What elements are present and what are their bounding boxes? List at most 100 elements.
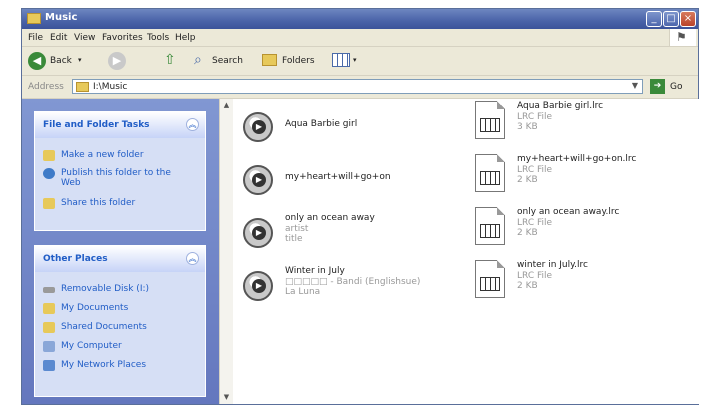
- place-removable-disk[interactable]: Removable Disk (I:): [43, 282, 201, 298]
- file-size: 2 KB: [517, 281, 538, 291]
- file-type: LRC File: [517, 271, 553, 281]
- my-documents-icon: [43, 303, 55, 314]
- menu-tools[interactable]: Tools: [147, 33, 169, 43]
- place-label: My Documents: [61, 303, 129, 313]
- task-label: Share this folder: [61, 198, 136, 208]
- file-type: LRC File: [517, 218, 553, 228]
- maximize-button[interactable]: □: [663, 11, 679, 27]
- address-dropdown-icon[interactable]: ▼: [629, 81, 641, 92]
- back-arrow-icon: ◀: [28, 52, 46, 70]
- other-places-panel: Other Places ︽ Removable Disk (I:) My Do…: [34, 245, 206, 397]
- task-label: Make a new folder: [61, 150, 144, 160]
- new-folder-icon: [43, 150, 55, 161]
- file-name: Aqua Barbie girl.lrc: [517, 101, 604, 111]
- media-file-icon: ▶: [243, 165, 273, 195]
- file-size: 2 KB: [517, 175, 538, 185]
- task-share-folder[interactable]: Share this folder: [43, 196, 201, 212]
- file-item[interactable]: ▶ my+heart+will+go+on: [241, 160, 461, 204]
- minimize-button[interactable]: _: [646, 11, 662, 27]
- forward-button[interactable]: ▶: [108, 52, 128, 70]
- lrc-file-icon: [475, 101, 505, 139]
- file-item[interactable]: Aqua Barbie girl.lrc LRC File 3 KB: [473, 101, 693, 145]
- file-artist: □□□□□ - Bandi (Englishsue): [285, 277, 421, 287]
- file-item[interactable]: only an ocean away.lrc LRC File 2 KB: [473, 207, 693, 251]
- panel-title: Other Places: [43, 254, 108, 264]
- place-shared-documents[interactable]: Shared Documents: [43, 320, 201, 336]
- file-album: title: [285, 234, 303, 244]
- place-my-network-places[interactable]: My Network Places: [43, 358, 201, 374]
- menu-bar: File Edit View Favorites Tools Help: [22, 29, 698, 47]
- task-publish-web[interactable]: Publish this folder to the Web: [43, 166, 201, 190]
- collapse-chevron-icon[interactable]: ︽: [186, 118, 199, 131]
- folders-button[interactable]: Folders: [262, 52, 322, 70]
- forward-arrow-icon: ▶: [108, 52, 126, 70]
- menu-help[interactable]: Help: [175, 33, 196, 43]
- file-name: winter in July.lrc: [517, 260, 588, 270]
- explorer-window: Music _ □ × File Edit View Favorites Too…: [21, 8, 699, 405]
- task-new-folder[interactable]: Make a new folder: [43, 148, 201, 164]
- my-computer-icon: [43, 341, 55, 352]
- up-arrow-icon: ⇧: [164, 52, 176, 68]
- share-folder-icon: [43, 198, 55, 209]
- panel-title: File and Folder Tasks: [43, 120, 150, 130]
- file-album: La Luna: [285, 287, 321, 297]
- file-name: my+heart+will+go+on: [285, 172, 391, 182]
- menu-edit[interactable]: Edit: [50, 33, 67, 43]
- play-icon: ▶: [252, 226, 266, 240]
- menu-view[interactable]: View: [74, 33, 95, 43]
- file-size: 3 KB: [517, 122, 538, 132]
- file-item[interactable]: ▶ Winter in July □□□□□ - Bandi (Englishs…: [241, 266, 461, 310]
- place-label: My Network Places: [61, 360, 147, 370]
- go-button[interactable]: Go: [670, 82, 682, 92]
- folders-label: Folders: [282, 56, 315, 66]
- file-item[interactable]: my+heart+will+go+on.lrc LRC File 2 KB: [473, 154, 693, 198]
- lrc-file-icon: [475, 154, 505, 192]
- views-icon: [332, 53, 350, 67]
- title-bar[interactable]: Music _ □ ×: [22, 9, 698, 29]
- file-item[interactable]: winter in July.lrc LRC File 2 KB: [473, 260, 693, 304]
- vertical-scrollbar[interactable]: ▲ ▼: [219, 99, 233, 404]
- lrc-file-icon: [475, 207, 505, 245]
- file-name: my+heart+will+go+on.lrc: [517, 154, 637, 164]
- collapse-chevron-icon[interactable]: ︽: [186, 252, 199, 265]
- place-label: Shared Documents: [61, 322, 147, 332]
- place-my-computer[interactable]: My Computer: [43, 339, 201, 355]
- play-icon: ▶: [252, 173, 266, 187]
- dropdown-arrow-icon[interactable]: ▾: [78, 56, 82, 64]
- file-name: Aqua Barbie girl: [285, 119, 358, 129]
- panel-header[interactable]: Other Places ︽: [35, 246, 205, 272]
- close-button[interactable]: ×: [680, 11, 696, 27]
- menu-file[interactable]: File: [28, 33, 43, 43]
- file-name: Winter in July: [285, 266, 345, 276]
- up-button[interactable]: ⇧: [162, 52, 182, 70]
- file-name: only an ocean away.lrc: [517, 207, 620, 217]
- folders-icon: [262, 54, 277, 66]
- media-file-icon: ▶: [243, 112, 273, 142]
- folder-icon: [27, 13, 41, 24]
- lrc-file-icon: [475, 260, 505, 298]
- globe-icon: [43, 168, 55, 179]
- media-file-icon: ▶: [243, 218, 273, 248]
- panel-header[interactable]: File and Folder Tasks ︽: [35, 112, 205, 138]
- file-type: LRC File: [517, 112, 553, 122]
- place-label: My Computer: [61, 341, 122, 351]
- scroll-up-icon[interactable]: ▲: [222, 101, 231, 110]
- place-label: Removable Disk (I:): [61, 284, 150, 294]
- address-value: I:\Music: [93, 82, 128, 92]
- file-list: ▶ Aqua Barbie girl Aqua Barbie girl.lrc …: [233, 99, 699, 404]
- address-input[interactable]: I:\Music ▼: [72, 79, 643, 94]
- play-icon: ▶: [252, 120, 266, 134]
- search-button[interactable]: ⌕ Search: [194, 52, 258, 70]
- file-artist: artist: [285, 224, 309, 234]
- views-button[interactable]: ▾: [332, 52, 364, 70]
- removable-disk-icon: [43, 287, 55, 293]
- address-label: Address: [28, 82, 64, 92]
- menu-favorites[interactable]: Favorites: [102, 33, 143, 43]
- go-arrow-icon[interactable]: ➔: [650, 79, 665, 94]
- scroll-down-icon[interactable]: ▼: [222, 393, 231, 402]
- place-my-documents[interactable]: My Documents: [43, 301, 201, 317]
- back-button[interactable]: ◀ Back ▾: [28, 52, 98, 70]
- file-item[interactable]: ▶ only an ocean away artist title: [241, 213, 461, 257]
- file-type: LRC File: [517, 165, 553, 175]
- file-item[interactable]: ▶ Aqua Barbie girl: [241, 107, 461, 151]
